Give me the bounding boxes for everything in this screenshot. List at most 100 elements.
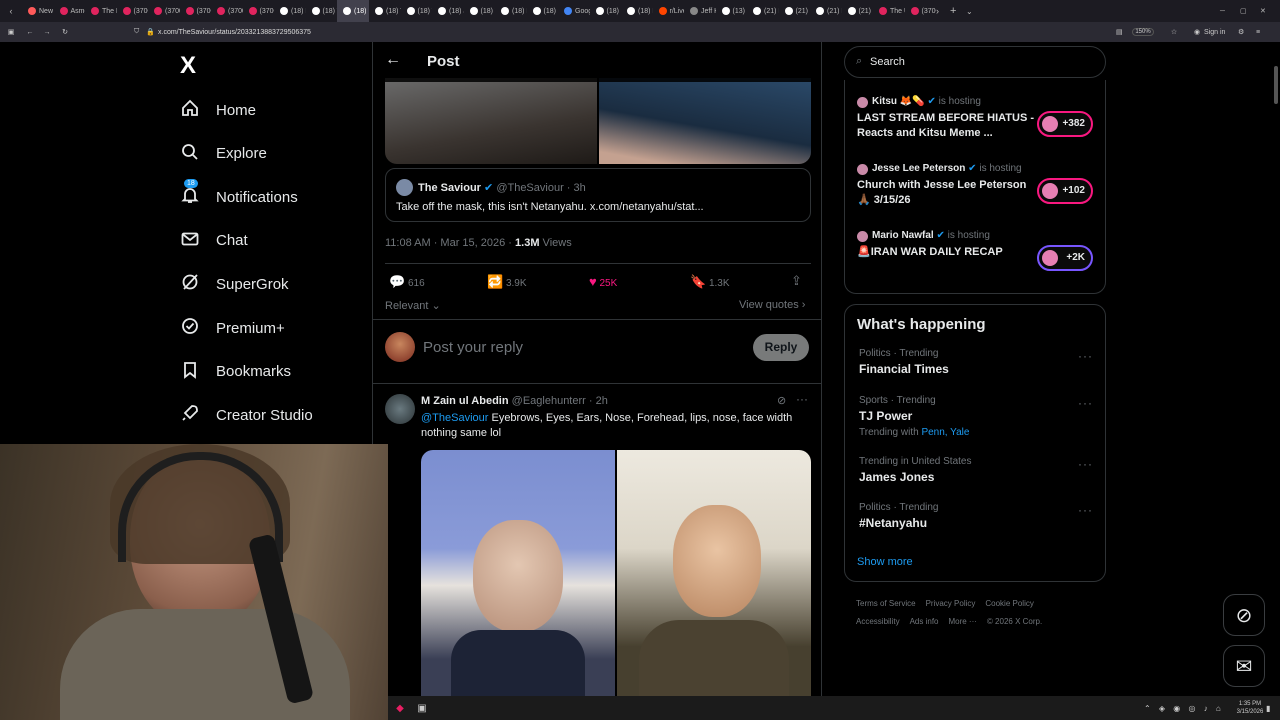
- nav-item-supergrok[interactable]: SuperGrok: [180, 272, 289, 296]
- trend-item[interactable]: Trending in United States James Jones: [859, 456, 1099, 484]
- browser-tab[interactable]: (3700: [180, 0, 211, 22]
- reload-icon[interactable]: ↻: [56, 28, 74, 36]
- browser-tab[interactable]: The R: [85, 0, 117, 22]
- trend-item[interactable]: Politics · Trending Financial Times: [859, 348, 1099, 376]
- footer-link[interactable]: Accessibility: [856, 617, 900, 626]
- nav-item-creator-studio[interactable]: Creator Studio: [180, 403, 313, 427]
- url-field[interactable]: x.com/TheSaviour/status/2033213883729506…: [158, 29, 1116, 36]
- trend-more-icon[interactable]: ···: [1078, 349, 1093, 363]
- live-stream-item[interactable]: Jesse Lee Peterson ✔ is hosting Church wi…: [845, 163, 1107, 223]
- notification-icon[interactable]: ▮: [1266, 704, 1280, 713]
- reply-action[interactable]: 💬 616: [389, 274, 425, 290]
- browser-tab[interactable]: Jeff K: [684, 0, 716, 22]
- clock[interactable]: 1:35 PM 3/15/2026: [1234, 700, 1266, 716]
- nav-item-home[interactable]: Home: [180, 98, 256, 122]
- search-box[interactable]: ⌕ Search: [844, 46, 1106, 78]
- browser-tab[interactable]: (18) G: [527, 0, 558, 22]
- post-media[interactable]: [385, 78, 811, 164]
- account-icon[interactable]: ◉: [1194, 28, 1204, 36]
- zoom-level[interactable]: 150%: [1132, 28, 1154, 36]
- post-time[interactable]: 11:08 AM · Mar 15, 2026 ·: [385, 237, 515, 249]
- tray-icons[interactable]: ⌃ ◈ ◉ ◎ ♪ ⌂: [1144, 704, 1234, 713]
- reply-handle[interactable]: @Eaglehunterr: [512, 395, 586, 407]
- back-icon[interactable]: ←: [22, 29, 38, 36]
- minimize-button[interactable]: ─: [1220, 8, 1240, 15]
- trend-item[interactable]: Sports · Trending TJ Power Trending with P…: [859, 395, 1099, 438]
- trend-more-icon[interactable]: ···: [1078, 503, 1093, 517]
- trend-more-icon[interactable]: ···: [1078, 457, 1093, 471]
- listener-count[interactable]: +2K: [1037, 245, 1093, 271]
- reply-avatar[interactable]: [385, 394, 415, 424]
- sort-dropdown[interactable]: Relevant ⌄: [385, 299, 441, 312]
- browser-tab[interactable]: (18) T: [401, 0, 432, 22]
- x-logo[interactable]: X: [180, 52, 196, 80]
- share-icon[interactable]: ⇪: [791, 273, 802, 289]
- messages-fab[interactable]: ✉: [1223, 645, 1265, 687]
- browser-tab[interactable]: Goog: [558, 0, 590, 22]
- grok-fab[interactable]: ⊘: [1223, 594, 1265, 636]
- browser-tab[interactable]: (18) H: [621, 0, 653, 22]
- browser-tab[interactable]: (21) E: [810, 0, 842, 22]
- browser-tab[interactable]: (21) H: [779, 0, 810, 22]
- nav-item-bookmarks[interactable]: Bookmarks: [180, 360, 291, 384]
- browser-tab[interactable]: (18) T: [369, 0, 401, 22]
- more-options-icon[interactable]: ···: [796, 392, 808, 406]
- reply-button[interactable]: Reply: [753, 334, 809, 361]
- bookmark-action[interactable]: 🔖 1.3K: [690, 274, 730, 290]
- tab-scroll-left[interactable]: ‹: [0, 6, 22, 16]
- trend-item[interactable]: Politics · Trending #Netanyahu: [859, 502, 1099, 530]
- reply-input[interactable]: Post your reply: [423, 339, 523, 356]
- browser-tab[interactable]: (3700: [905, 0, 936, 22]
- trend-more-icon[interactable]: ···: [1078, 396, 1093, 410]
- back-arrow-icon[interactable]: ←: [385, 51, 401, 69]
- view-quotes-link[interactable]: View quotes ›: [739, 299, 805, 311]
- footer-link[interactable]: More ···: [948, 617, 976, 626]
- footer-link[interactable]: Cookie Policy: [985, 599, 1033, 608]
- close-window-button[interactable]: ✕: [1260, 7, 1280, 15]
- browser-signin[interactable]: Sign in: [1204, 29, 1238, 36]
- quoted-post[interactable]: The Saviour ✔ @TheSaviour · 3h Take off …: [385, 168, 811, 222]
- nav-item-notifications[interactable]: 18 Notifications: [180, 179, 298, 209]
- browser-tab[interactable]: (18) Ji: [432, 0, 464, 22]
- like-action[interactable]: ♥ 25K: [589, 274, 617, 289]
- menu-icon[interactable]: ≡: [1256, 29, 1280, 36]
- browser-tab[interactable]: (18) V: [464, 0, 495, 22]
- tab-list-dropdown[interactable]: ⌄: [966, 7, 986, 16]
- live-stream-item[interactable]: Kitsu 🦊💊 ✔ is hosting LAST STREAM BEFORE …: [845, 96, 1107, 156]
- browser-tab[interactable]: (18) F: [274, 0, 306, 22]
- nav-item-explore[interactable]: Explore: [180, 142, 267, 166]
- reply-author[interactable]: M Zain ul Abedin: [421, 395, 509, 407]
- footer-link[interactable]: Terms of Service: [856, 599, 916, 608]
- listener-count[interactable]: +102: [1037, 178, 1093, 204]
- browser-tab[interactable]: (18) E: [495, 0, 527, 22]
- nav-item-premium[interactable]: Premium+: [180, 316, 285, 340]
- browser-tab[interactable]: (18) T: [306, 0, 337, 22]
- browser-tab[interactable]: r/Live: [653, 0, 684, 22]
- reader-view-icon[interactable]: ▤: [1116, 28, 1132, 36]
- shield-icon[interactable]: ⛉: [134, 28, 146, 36]
- browser-tab[interactable]: (21) G: [842, 0, 873, 22]
- new-tab-button[interactable]: +: [950, 5, 966, 17]
- extensions-icon[interactable]: ⚙: [1238, 28, 1256, 36]
- my-avatar[interactable]: [385, 332, 415, 362]
- page-scrollbar[interactable]: [1274, 66, 1278, 104]
- bookmark-star-icon[interactable]: ☆: [1154, 28, 1194, 36]
- trend-related-links[interactable]: Penn, Yale: [921, 427, 969, 438]
- listener-count[interactable]: +382: [1037, 111, 1093, 137]
- reply-media[interactable]: [421, 450, 811, 696]
- footer-link[interactable]: Ads info: [910, 617, 939, 626]
- forward-icon[interactable]: →: [38, 29, 56, 36]
- repost-action[interactable]: 🔁 3.9K: [487, 274, 527, 290]
- app-icon[interactable]: ◆: [388, 703, 412, 714]
- show-more-link[interactable]: Show more: [857, 556, 913, 568]
- browser-tab[interactable]: (3700: [117, 0, 148, 22]
- browser-tab[interactable]: (18)✕: [337, 0, 369, 22]
- reply-post[interactable]: M Zain ul Abedin @Eaglehunterr · 2h ⊘ ··…: [373, 384, 821, 696]
- browser-tab[interactable]: The U: [873, 0, 905, 22]
- browser-tab[interactable]: Asmo: [54, 0, 85, 22]
- live-stream-item[interactable]: Mario Nawfal ✔ is hosting 🚨IRAN WAR DAILY…: [845, 230, 1107, 290]
- maximize-button[interactable]: ▢: [1240, 7, 1260, 15]
- sidebar-toggle-icon[interactable]: ▣: [0, 28, 22, 36]
- app-icon[interactable]: ▣: [412, 703, 432, 714]
- browser-tab[interactable]: (13) H: [716, 0, 747, 22]
